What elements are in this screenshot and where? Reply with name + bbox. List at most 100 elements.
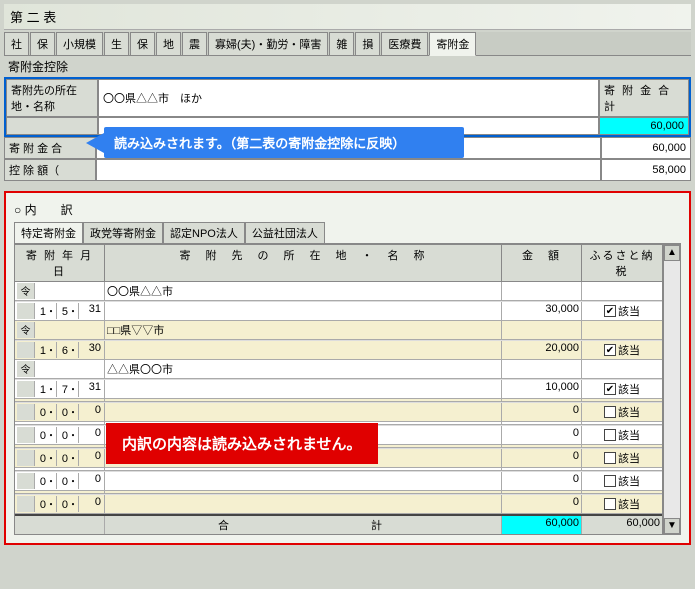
tab-zatsu[interactable]: 雑 — [329, 32, 354, 55]
tab-sha[interactable]: 社 — [4, 32, 29, 55]
callout-blue: 読み込みされます。（第二表の寄附金控除に反映） — [104, 127, 464, 158]
tab-shin[interactable]: 震 — [182, 32, 207, 55]
cell-location2[interactable] — [105, 302, 502, 320]
gaito-label: 該当 — [618, 381, 640, 397]
donation-addr-value[interactable]: 〇〇県△△市 ほか — [98, 79, 599, 117]
total-amount: 60,000 — [502, 516, 582, 534]
cell-furusato-check[interactable]: 該当 — [582, 495, 662, 513]
donation-addr-label: 寄附先の所在地・名称 — [6, 79, 98, 117]
table-row[interactable]: 0・0・0 0該当 — [15, 399, 662, 422]
scroll-up-icon[interactable]: ▲ — [664, 245, 680, 261]
checkbox-icon[interactable] — [604, 452, 616, 464]
cell-location2[interactable] — [105, 403, 502, 421]
checkbox-icon[interactable] — [604, 429, 616, 441]
cell-location[interactable]: 〇〇県△△市 — [105, 282, 502, 300]
subtab-npo[interactable]: 認定NPO法人 — [163, 222, 245, 243]
cell-furusato-check[interactable]: 該当 — [582, 403, 662, 421]
era-cell[interactable]: 令 — [17, 361, 35, 377]
tab-shokibo[interactable]: 小規模 — [56, 32, 103, 55]
cell-date-ymd[interactable]: 1・7・31 — [15, 380, 105, 398]
tab-ho[interactable]: 保 — [30, 32, 55, 55]
cell-location[interactable] — [105, 399, 502, 401]
cell-date[interactable] — [15, 422, 105, 424]
table-row[interactable]: 0・0・0 0該当 — [15, 468, 662, 491]
cell-amount[interactable]: 0 — [502, 449, 582, 467]
cell-location2[interactable] — [105, 472, 502, 490]
cell-date[interactable]: 令 — [15, 282, 105, 300]
cell-date-ymd[interactable]: 0・0・0 — [15, 426, 105, 444]
cell-location[interactable]: △△県〇〇市 — [105, 360, 502, 378]
cell-date[interactable]: 令 — [15, 321, 105, 339]
cell-location2[interactable] — [105, 341, 502, 359]
table-row[interactable]: 0・0・0 0該当 — [15, 491, 662, 514]
cell-amount[interactable]: 0 — [502, 403, 582, 421]
cell-date-ymd[interactable]: 1・6・30 — [15, 341, 105, 359]
table-row[interactable]: 令△△県〇〇市1・7・3110,000✔該当 — [15, 360, 662, 399]
cell-amount-blank[interactable] — [502, 360, 582, 378]
breakdown-title: ○ 内 訳 — [14, 201, 681, 218]
tab-kifukin[interactable]: 寄附金 — [429, 32, 476, 56]
cell-location[interactable]: □□県▽▽市 — [105, 321, 502, 339]
cell-furusato-blank — [582, 282, 662, 300]
cell-date[interactable] — [15, 445, 105, 447]
cell-location[interactable] — [105, 468, 502, 470]
table-row[interactable]: 令 〇〇県△△市1・5・31 30,000✔該当 — [15, 282, 662, 321]
cell-amount[interactable]: 10,000 — [502, 380, 582, 398]
total-furusato: 60,000 — [582, 516, 662, 534]
cell-amount-blank[interactable] — [502, 282, 582, 300]
cell-amount-blank[interactable] — [502, 422, 582, 424]
cell-date[interactable] — [15, 491, 105, 493]
checkbox-icon[interactable]: ✔ — [604, 383, 616, 395]
table-row[interactable]: 令 □□県▽▽市1・6・30 20,000✔該当 — [15, 321, 662, 360]
tab-son[interactable]: 損 — [355, 32, 380, 55]
cell-amount-blank[interactable] — [502, 468, 582, 470]
cell-date-ymd[interactable]: 1・5・31 — [15, 302, 105, 320]
checkbox-icon[interactable]: ✔ — [604, 305, 616, 317]
cell-amount[interactable]: 0 — [502, 426, 582, 444]
cell-amount-blank[interactable] — [502, 491, 582, 493]
cell-furusato-blank — [582, 445, 662, 447]
tab-kafu[interactable]: 寡婦(夫)・勤労・障害 — [208, 32, 328, 55]
cell-location2[interactable] — [105, 380, 502, 398]
cell-amount-blank[interactable] — [502, 321, 582, 339]
cell-furusato-check[interactable]: ✔該当 — [582, 302, 662, 320]
cell-date-ymd[interactable]: 0・0・0 — [15, 472, 105, 490]
checkbox-icon[interactable]: ✔ — [604, 344, 616, 356]
cell-amount[interactable]: 30,000 — [502, 302, 582, 320]
tab-iryo[interactable]: 医療費 — [381, 32, 428, 55]
cell-location2[interactable] — [105, 495, 502, 513]
cell-date[interactable] — [15, 468, 105, 470]
th-location: 寄 附 先 の 所 在 地 ・ 名 称 — [105, 245, 502, 281]
cell-furusato-blank — [582, 360, 662, 378]
cell-amount[interactable]: 20,000 — [502, 341, 582, 359]
tab-ji[interactable]: 地 — [156, 32, 181, 55]
cell-furusato-check[interactable]: 該当 — [582, 426, 662, 444]
tab-ho2[interactable]: 保 — [130, 32, 155, 55]
checkbox-icon[interactable] — [604, 475, 616, 487]
checkbox-icon[interactable] — [604, 498, 616, 510]
tab-sei[interactable]: 生 — [104, 32, 129, 55]
cell-furusato-check[interactable]: 該当 — [582, 472, 662, 490]
cell-amount-blank[interactable] — [502, 445, 582, 447]
cell-date-ymd[interactable]: 0・0・0 — [15, 403, 105, 421]
checkbox-icon[interactable] — [604, 406, 616, 418]
cell-furusato-check[interactable]: ✔該当 — [582, 380, 662, 398]
era-cell[interactable]: 令 — [17, 322, 35, 338]
cell-date[interactable] — [15, 399, 105, 401]
cell-amount-blank[interactable] — [502, 399, 582, 401]
gaito-label: 該当 — [618, 427, 640, 443]
cell-date-ymd[interactable]: 0・0・0 — [15, 495, 105, 513]
subtab-tokutei[interactable]: 特定寄附金 — [14, 222, 83, 243]
era-cell[interactable]: 令 — [17, 283, 35, 299]
cell-furusato-check[interactable]: 該当 — [582, 449, 662, 467]
cell-date[interactable]: 令 — [15, 360, 105, 378]
cell-location[interactable] — [105, 491, 502, 493]
cell-amount[interactable]: 0 — [502, 495, 582, 513]
subtab-seito[interactable]: 政党等寄附金 — [83, 222, 163, 243]
subtab-koeki[interactable]: 公益社団法人 — [245, 222, 325, 243]
scroll-down-icon[interactable]: ▼ — [664, 518, 680, 534]
cell-furusato-check[interactable]: ✔該当 — [582, 341, 662, 359]
cell-date-ymd[interactable]: 0・0・0 — [15, 449, 105, 467]
scrollbar[interactable]: ▲ ▼ — [663, 244, 681, 535]
cell-amount[interactable]: 0 — [502, 472, 582, 490]
